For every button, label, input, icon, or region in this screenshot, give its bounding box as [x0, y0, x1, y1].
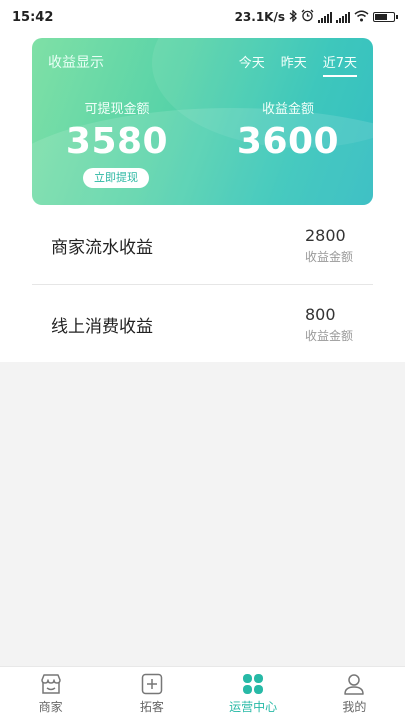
list-item-merchant-income[interactable]: 商家流水收益 2800 收益金额: [32, 206, 373, 285]
status-icons: 23.1K/s: [234, 8, 398, 25]
nav-label-me: 我的: [342, 700, 367, 714]
person-icon: [343, 673, 365, 695]
signal-icon: [318, 11, 332, 23]
card-title: 收益显示: [48, 55, 104, 71]
income-label: 收益金额: [261, 102, 314, 117]
nav-item-acquire[interactable]: 拓客: [101, 667, 202, 721]
tab-last-7-days[interactable]: 近7天: [322, 52, 358, 77]
plus-square-icon: [141, 673, 163, 695]
list-item-online-income[interactable]: 线上消费收益 800 收益金额: [32, 285, 373, 363]
list-item-amount: 2800: [304, 225, 346, 245]
nav-label-operation-center: 运营中心: [229, 700, 278, 714]
status-bar: 15:42 23.1K/s: [0, 0, 405, 34]
income-value: 3600: [236, 121, 340, 162]
list-item-name: 商家流水收益: [51, 237, 153, 258]
list-item-values: 800 收益金额: [305, 305, 373, 344]
status-time: 15:42: [12, 9, 54, 25]
list-item-amount: 800: [304, 304, 336, 324]
battery-icon: [373, 12, 398, 22]
bottom-nav: 商家 拓客 运营中心 我的: [0, 666, 405, 721]
content-area: 收益显示 今天 昨天 近7天 可提现金额 3580 收益金额 3600 立即提现…: [0, 34, 405, 362]
income-card: 收益显示 今天 昨天 近7天 可提现金额 3580 收益金额 3600 立即提现: [32, 38, 373, 205]
tab-yesterday[interactable]: 昨天: [281, 52, 307, 75]
bluetooth-icon: [289, 8, 297, 25]
nav-label-acquire: 拓客: [139, 700, 164, 714]
tab-today[interactable]: 今天: [239, 52, 265, 75]
shop-icon: [39, 673, 63, 695]
nav-item-shop[interactable]: 商家: [0, 667, 101, 721]
list-item-values: 2800 收益金额: [305, 226, 373, 265]
withdrawable-value: 3580: [65, 121, 169, 162]
withdrawable-label: 可提现金额: [84, 102, 150, 117]
list-item-name: 线上消费收益: [51, 316, 153, 337]
alarm-icon: [301, 9, 314, 25]
nav-item-me[interactable]: 我的: [304, 667, 405, 721]
list-item-sub-label: 收益金额: [304, 249, 353, 264]
withdraw-button[interactable]: 立即提现: [83, 168, 149, 188]
withdrawable-stat: 可提现金额 3580: [32, 98, 202, 162]
nav-item-operation-center[interactable]: 运营中心: [203, 667, 304, 721]
period-tabs: 今天 昨天 近7天: [239, 52, 358, 77]
nav-label-shop: 商家: [38, 700, 63, 714]
income-stat: 收益金额 3600: [203, 98, 373, 162]
clover-icon: [242, 673, 264, 695]
net-speed: 23.1K/s: [234, 10, 285, 24]
signal-4g-icon: [336, 11, 350, 23]
wifi-icon: [354, 10, 369, 25]
list-item-sub-label: 收益金额: [304, 328, 353, 343]
